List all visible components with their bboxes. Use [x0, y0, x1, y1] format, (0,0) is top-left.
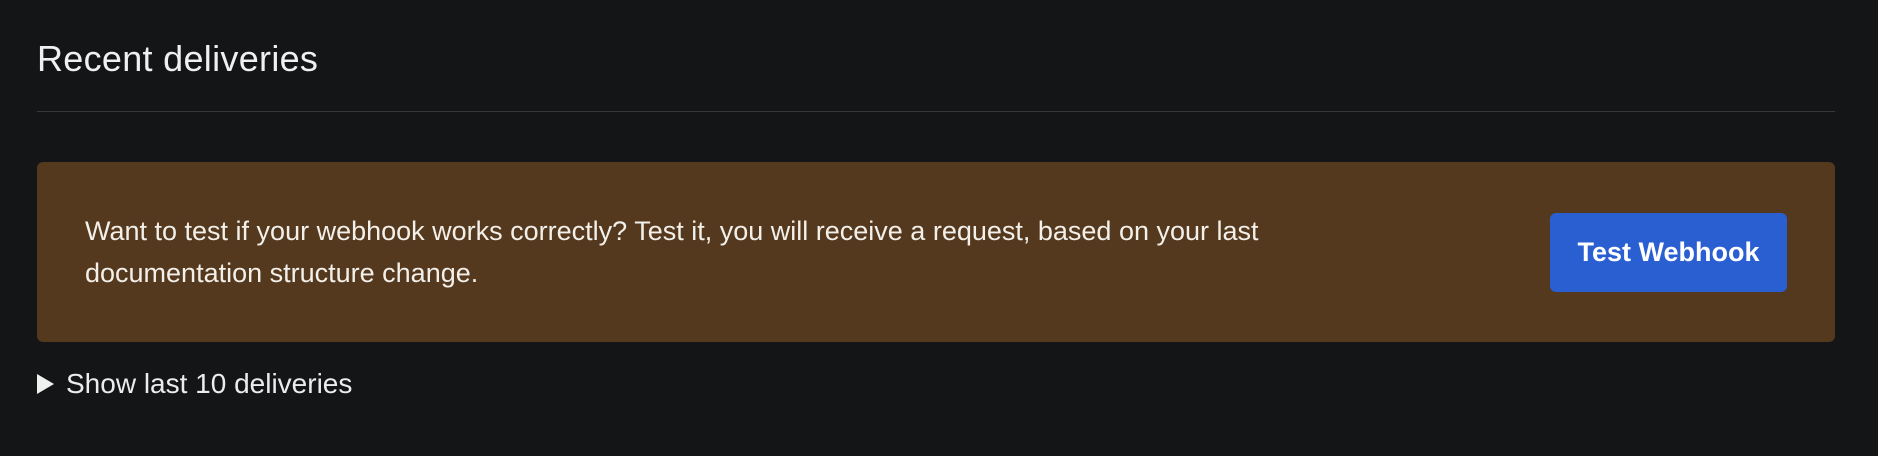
- triangle-right-icon: [37, 374, 54, 394]
- show-deliveries-toggle[interactable]: Show last 10 deliveries: [37, 368, 352, 400]
- section-title: Recent deliveries: [37, 38, 319, 79]
- section-divider: [37, 111, 1835, 112]
- notice-text: Want to test if your webhook works corre…: [85, 216, 1259, 288]
- test-webhook-notice: Want to test if your webhook works corre…: [37, 162, 1835, 342]
- show-deliveries-label: Show last 10 deliveries: [66, 368, 353, 399]
- recent-deliveries-section: Recent deliveries Want to test if your w…: [0, 0, 1878, 456]
- test-webhook-button[interactable]: Test Webhook: [1550, 212, 1787, 292]
